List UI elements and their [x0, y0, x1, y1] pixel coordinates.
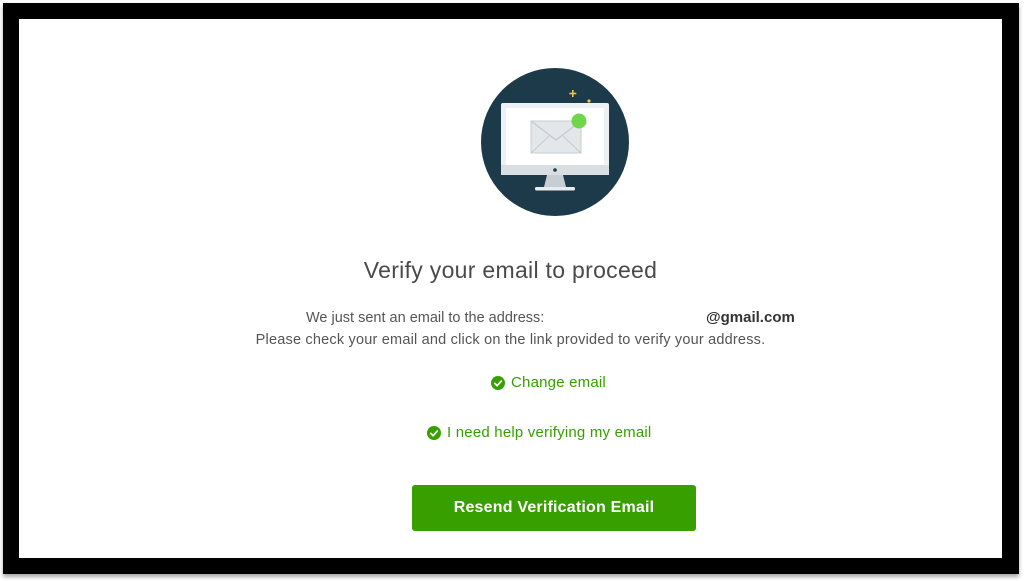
- resend-verification-button[interactable]: Resend Verification Email: [412, 485, 696, 531]
- sent-to-text: We just sent an email to the address:: [306, 310, 545, 326]
- check-circle-icon: [491, 375, 505, 390]
- verify-email-panel: Verify your email to proceed We just sen…: [19, 19, 1002, 558]
- page-title: Verify your email to proceed: [363, 257, 658, 283]
- change-email-label: Change email: [511, 374, 606, 391]
- help-verifying-link[interactable]: I need help verifying my email: [427, 424, 651, 441]
- notification-dot-icon: [571, 113, 587, 129]
- monitor-envelope-illustration: [481, 68, 629, 216]
- email-address: @gmail.com: [706, 309, 795, 326]
- change-email-link[interactable]: Change email: [491, 374, 606, 391]
- screenshot-frame: Verify your email to proceed We just sen…: [3, 3, 1019, 574]
- help-verifying-label: I need help verifying my email: [447, 424, 652, 441]
- instructions-text: Please check your email and click on the…: [255, 332, 766, 348]
- check-circle-icon: [427, 425, 441, 440]
